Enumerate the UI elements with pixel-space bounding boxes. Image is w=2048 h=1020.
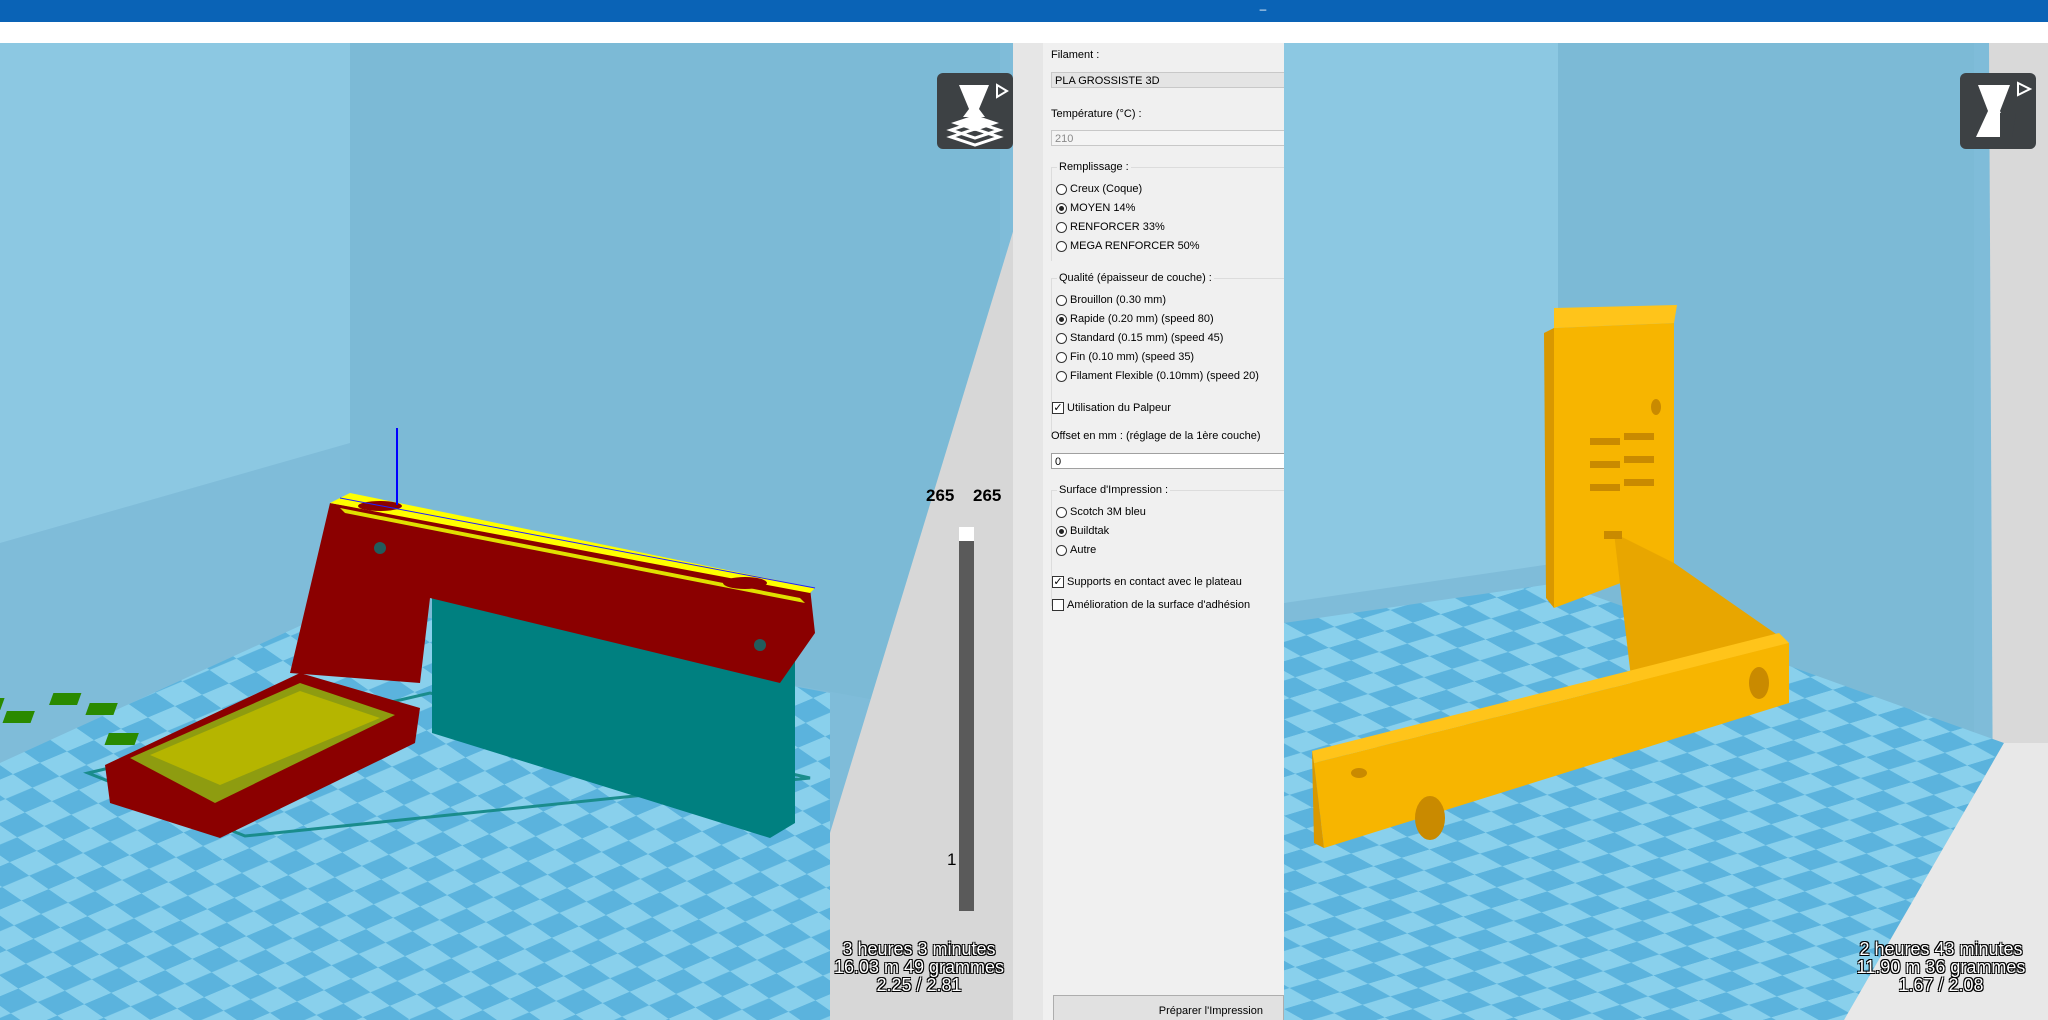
left-print-stats: 3 heures 3 minutes 16.03 m 49 grammes 2.… [809,940,1029,994]
surface-option-buildtak[interactable]: Buildtak [1056,524,1109,538]
adhesion-checkbox[interactable]: Amélioration de la surface d'adhésion [1052,598,1250,612]
print-time: 3 heures 3 minutes [842,939,996,959]
radio-icon [1056,351,1067,363]
supports-checkbox[interactable]: ✓ Supports en contact avec le plateau [1052,575,1242,589]
infill-title: Remplissage : [1057,161,1131,173]
model-view-icon[interactable] [1960,73,2036,149]
left-scene [0,43,1043,1020]
menu-bar [0,22,2048,44]
window-titlebar: – [0,0,2048,22]
print-cost: 2.25 / 2.81 [876,975,962,995]
offset-input[interactable]: 0 [1051,453,1284,469]
quality-option-rapide[interactable]: Rapide (0.20 mm) (speed 80) [1056,312,1214,326]
left-3d-viewport[interactable]: 265 265 1 3 heures 3 minutes 16.03 m 49 … [0,43,1043,1020]
checkbox-checked-icon: ✓ [1052,402,1064,414]
radio-icon [1056,332,1067,344]
filament-label: Filament : [1051,49,1100,61]
right-3d-viewport[interactable]: 2 heures 43 minutes 11.90 m 36 grammes 1… [1284,43,2048,1020]
checkbox-icon [1052,599,1064,611]
layer-max-right-label: 265 [973,486,1002,505]
quality-option-flexible[interactable]: Filament Flexible (0.10mm) (speed 20) [1056,369,1259,383]
quality-option-fin[interactable]: Fin (0.10 mm) (speed 35) [1056,350,1194,364]
print-material: 11.90 m 36 grammes [1856,957,2026,977]
back-wall-left [1284,43,1558,603]
radio-icon [1056,240,1067,252]
prepare-print-button[interactable]: Préparer l'Impression [1053,995,1284,1020]
radio-selected-icon [1056,525,1067,537]
temperature-field[interactable]: 210 [1051,130,1284,146]
layer-slider[interactable] [955,527,977,911]
radio-icon [1056,221,1067,233]
infill-option-moyen[interactable]: MOYEN 14% [1056,201,1135,215]
temperature-label: Température (°C) : [1051,108,1142,120]
right-scene [1284,43,2048,1020]
infill-option-mega[interactable]: MEGA RENFORCER 50% [1056,239,1200,253]
checkbox-checked-icon: ✓ [1052,576,1064,588]
print-material: 16.03 m 49 grammes [833,957,1005,977]
right-print-stats: 2 heures 43 minutes 11.90 m 36 grammes 1… [1831,940,2048,994]
radio-icon [1056,544,1067,556]
filament-select[interactable]: PLA GROSSISTE 3D [1051,72,1284,88]
quality-option-standard[interactable]: Standard (0.15 mm) (speed 45) [1056,331,1223,345]
radio-icon [1056,506,1067,518]
offset-label: Offset en mm : (réglage de la 1ère couch… [1051,430,1261,442]
radio-icon [1056,370,1067,382]
quality-title: Qualité (épaisseur de couche) : [1057,272,1214,284]
radio-icon [1056,294,1067,306]
infill-option-renforcer[interactable]: RENFORCER 33% [1056,220,1165,234]
probe-checkbox[interactable]: ✓ Utilisation du Palpeur [1052,401,1171,415]
layer-max-left-label: 265 [926,486,955,505]
radio-selected-icon [1056,313,1067,325]
quality-option-brouillon[interactable]: Brouillon (0.30 mm) [1056,293,1166,307]
layer-view-icon[interactable] [937,73,1013,149]
print-time: 2 heures 43 minutes [1859,939,2023,959]
surface-option-scotch[interactable]: Scotch 3M bleu [1056,505,1146,519]
layer-min-label: 1 [947,850,957,869]
layer-slider-track[interactable] [959,527,974,911]
settings-panel: Filament : PLA GROSSISTE 3D Température … [1043,43,1284,1020]
minimize-icon[interactable]: – [1257,3,1269,15]
radio-icon [1056,183,1067,195]
print-cost: 1.67 / 2.08 [1898,975,1984,995]
infill-option-creux[interactable]: Creux (Coque) [1056,182,1142,196]
radio-selected-icon [1056,202,1067,214]
surface-title: Surface d'Impression : [1057,484,1171,496]
layer-slider-handle[interactable] [959,527,974,541]
surface-option-autre[interactable]: Autre [1056,543,1096,557]
